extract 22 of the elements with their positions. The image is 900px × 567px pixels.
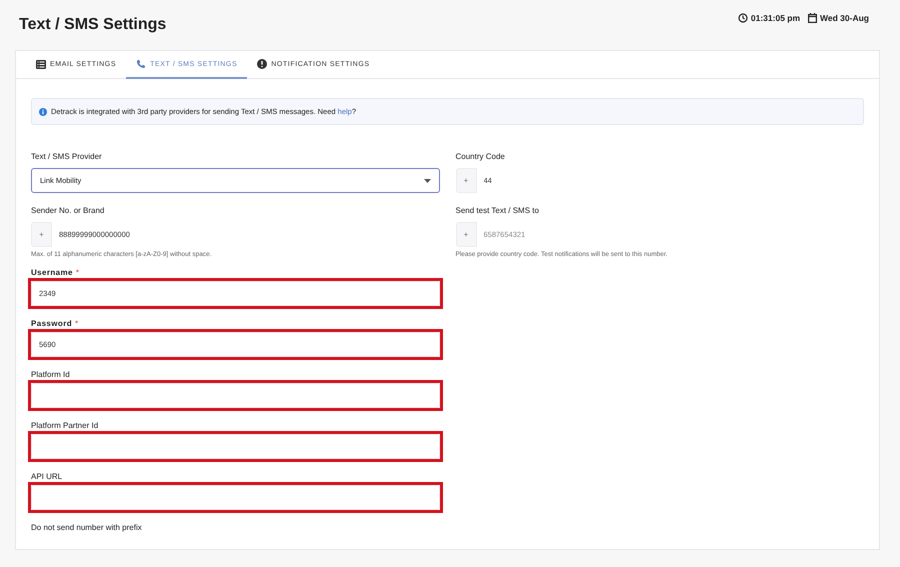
required-mark: * [75, 319, 78, 328]
info-icon [39, 108, 47, 116]
field-label: API URL [31, 472, 62, 481]
required-mark: * [76, 268, 80, 277]
caret-icon [424, 178, 430, 182]
field-label: Platform Id [31, 370, 70, 379]
field-label: Send test Text / SMS to [456, 206, 539, 215]
list-icon [36, 60, 46, 68]
field-label: Do not send number with prefix [31, 523, 142, 532]
date-text: Wed 30-Aug [820, 13, 869, 23]
time-text: 01:31:05 pm [750, 13, 800, 23]
field-label: Country Code [456, 152, 505, 161]
field-label: Username [31, 268, 73, 277]
field-label: Platform Partner Id [31, 421, 98, 430]
calendar-icon [808, 13, 818, 23]
field-label: Sender No. or Brand [31, 206, 104, 215]
page-title: Text / SMS Settings [19, 16, 166, 34]
alert-icon [257, 59, 268, 69]
clock-icon [738, 13, 748, 23]
phone-icon [136, 59, 146, 69]
field-label: Text / SMS Provider [31, 152, 102, 161]
field-label: Password [31, 319, 72, 328]
